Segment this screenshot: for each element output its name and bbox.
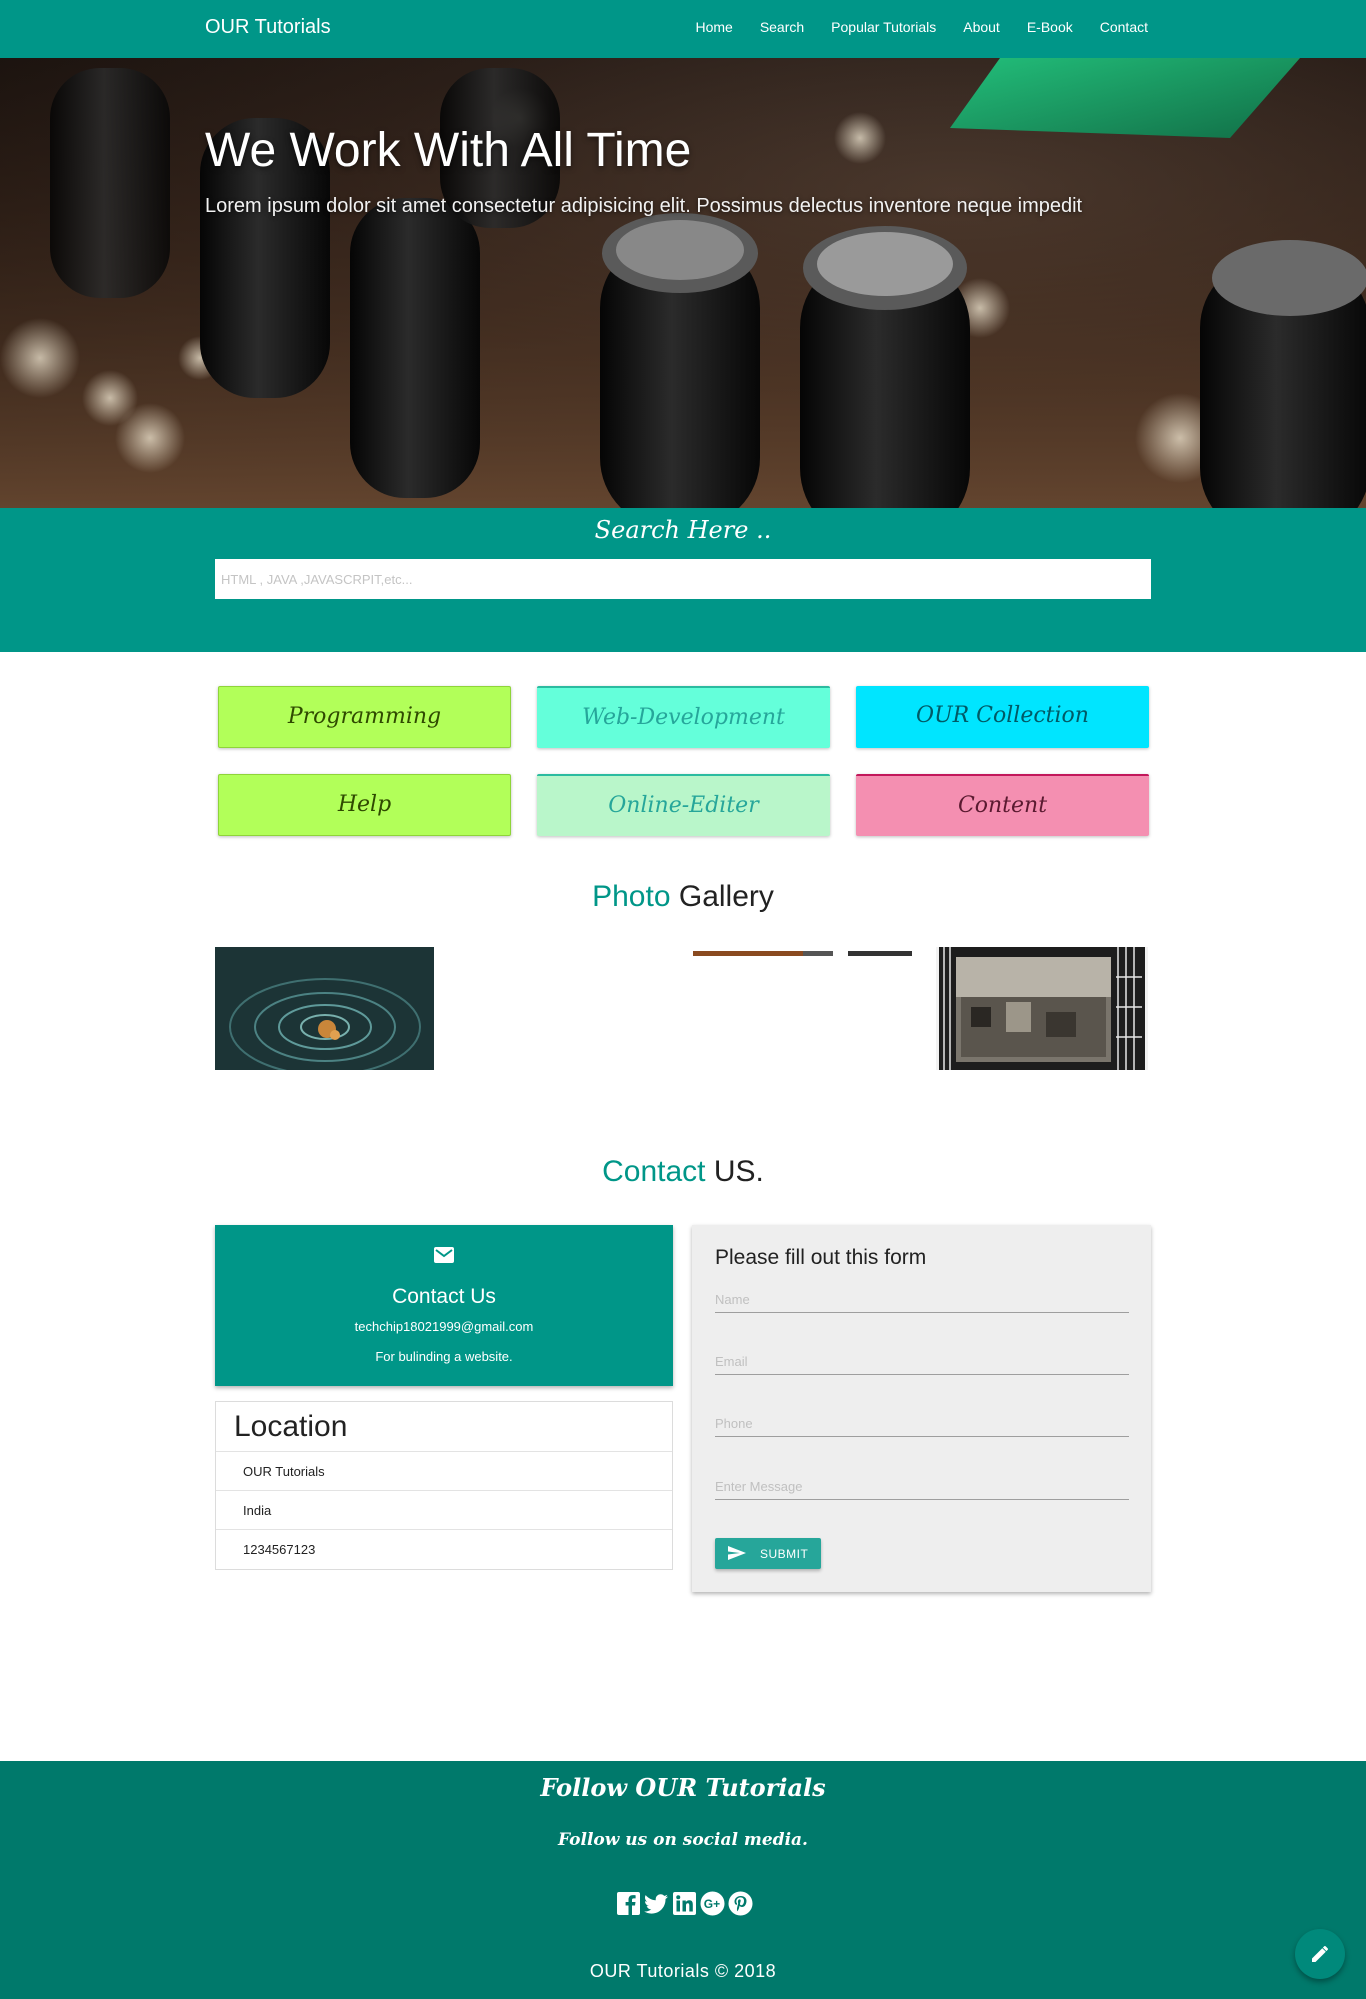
search-title: Search Here .. (594, 516, 772, 544)
gallery-photo-partial[interactable] (693, 947, 912, 956)
hero-banner: We Work With All Time Lorem ipsum dolor … (0, 58, 1366, 508)
message-field[interactable] (715, 1474, 1129, 1500)
gallery-heading-accent: Photo (592, 880, 671, 913)
name-field[interactable] (715, 1287, 1129, 1313)
nav-links: Home Search Popular Tutorials About E-Bo… (695, 19, 1148, 35)
footer-title: Follow OUR Tutorials (540, 1773, 826, 1802)
twitter-icon[interactable] (644, 1891, 669, 1916)
search-input[interactable] (215, 559, 1151, 599)
social-icons: G+ (616, 1891, 753, 1916)
location-list: Location OUR Tutorials India 1234567123 (215, 1401, 673, 1570)
navbar: OUR Tutorials Home Search Popular Tutori… (0, 0, 1366, 58)
phone-field[interactable] (715, 1411, 1129, 1437)
nav-link-home[interactable]: Home (695, 19, 732, 35)
location-row: OUR Tutorials (216, 1452, 672, 1491)
category-content[interactable]: Content (856, 774, 1149, 836)
category-programming[interactable]: Programming (218, 686, 511, 748)
hero-subtitle: Lorem ipsum dolor sit amet consectetur a… (205, 195, 1083, 217)
email-field[interactable] (715, 1349, 1129, 1375)
category-help[interactable]: Help (218, 774, 511, 836)
brand-logo[interactable]: OUR Tutorials (205, 16, 331, 39)
nav-link-contact[interactable]: Contact (1100, 19, 1148, 35)
gallery-heading-rest: Gallery (678, 880, 774, 913)
send-icon (728, 1546, 746, 1560)
location-row: India (216, 1491, 672, 1530)
category-our-collection[interactable]: OUR Collection (856, 686, 1149, 748)
footer: Follow OUR Tutorials Follow us on social… (0, 1761, 1366, 1999)
google-plus-icon[interactable]: G+ (700, 1891, 725, 1916)
edit-fab-button[interactable] (1295, 1929, 1345, 1979)
contact-heading-accent: Contact (602, 1155, 706, 1188)
footer-copyright: OUR Tutorials © 2018 (589, 1961, 777, 1981)
nav-link-about[interactable]: About (963, 19, 1000, 35)
category-online-editer[interactable]: Online-Editer (537, 774, 830, 836)
pencil-icon (1312, 1946, 1328, 1962)
nav-link-ebook[interactable]: E-Book (1027, 19, 1073, 35)
footer-subtitle: Follow us on social media. (558, 1830, 808, 1850)
location-title: Location (216, 1402, 672, 1452)
search-section: Search Here .. (0, 508, 1366, 652)
nav-link-search[interactable]: Search (760, 19, 804, 35)
svg-text:G+: G+ (704, 1897, 720, 1911)
contact-email: techchip18021999@gmail.com (354, 1319, 534, 1334)
contact-card-title: Contact Us (392, 1285, 496, 1308)
hero-title: We Work With All Time (205, 124, 692, 177)
gallery-photo-vintage-crowd[interactable] (936, 947, 1148, 1070)
contact-card: Contact Us techchip18021999@gmail.com Fo… (215, 1225, 673, 1386)
nav-link-popular-tutorials[interactable]: Popular Tutorials (831, 19, 936, 35)
facebook-icon[interactable] (616, 1891, 641, 1916)
submit-button[interactable]: SUBMIT (715, 1538, 821, 1569)
category-web-development[interactable]: Web-Development (537, 686, 830, 748)
gallery-heading: Photo Gallery (0, 880, 1366, 914)
contact-heading: Contact US. (0, 1155, 1366, 1189)
form-title: Please fill out this form (715, 1246, 927, 1269)
gallery-photo-water[interactable] (215, 947, 434, 1070)
contact-description: For bulinding a website. (375, 1349, 513, 1364)
linkedin-icon[interactable] (672, 1891, 697, 1916)
location-row: 1234567123 (243, 1542, 316, 1557)
submit-label: SUBMIT (760, 1547, 809, 1561)
contact-form: Please fill out this form SUBMIT (692, 1225, 1151, 1592)
mail-icon (434, 1247, 454, 1263)
pinterest-icon[interactable] (728, 1891, 753, 1916)
contact-heading-rest: US. (713, 1155, 764, 1188)
